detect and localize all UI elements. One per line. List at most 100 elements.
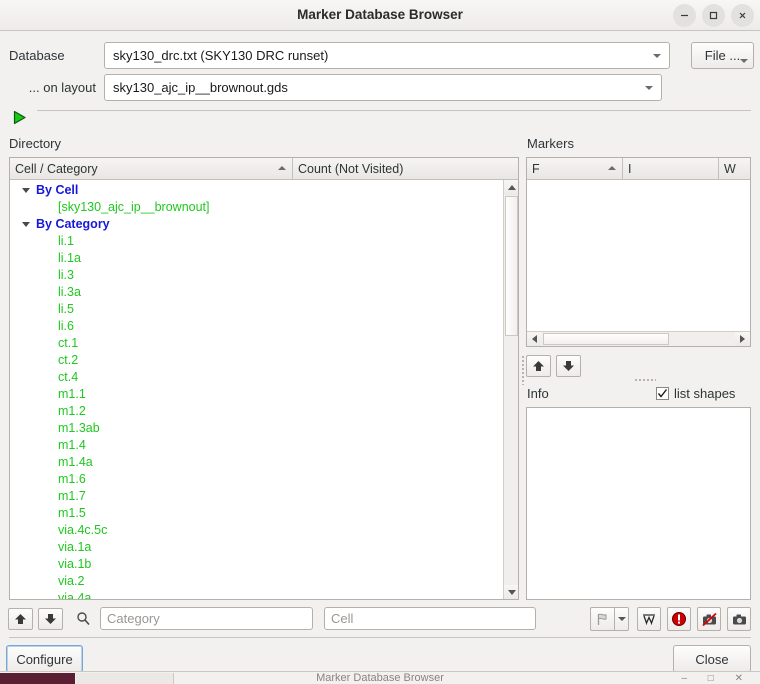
tree-row[interactable]: via.4a <box>10 590 518 599</box>
tree-row[interactable]: m1.7 <box>10 488 518 505</box>
tree-row[interactable]: li.5 <box>10 301 518 318</box>
scrollbar-thumb[interactable] <box>505 196 518 336</box>
markers-horizontal-scrollbar[interactable] <box>527 331 750 346</box>
triangle-down-icon[interactable] <box>22 222 30 227</box>
tree-row[interactable]: li.1a <box>10 250 518 267</box>
tree-row[interactable]: via.1b <box>10 556 518 573</box>
search-next-button[interactable] <box>38 607 63 630</box>
minimize-button[interactable] <box>673 4 696 27</box>
scrollbar-thumb-horizontal[interactable] <box>543 333 669 345</box>
tree-row[interactable]: By Category <box>10 216 518 233</box>
tree-row[interactable]: via.4c.5c <box>10 522 518 539</box>
tree-row[interactable]: m1.1 <box>10 386 518 403</box>
layout-combo[interactable]: sky130_ajc_ip__brownout.gds <box>104 74 662 101</box>
background-window-controls[interactable]: – □ ✕ <box>681 672 752 684</box>
markers-column-w[interactable]: W <box>719 158 750 179</box>
run-button[interactable] <box>9 107 29 127</box>
directory-tree-rows[interactable]: By Cell [sky130_ajc_ip__brownout] By Categ… <box>10 180 518 599</box>
search-previous-button[interactable] <box>8 607 33 630</box>
snapshot-off-button[interactable] <box>697 607 721 631</box>
tree-row[interactable]: m1.4 <box>10 437 518 454</box>
tree-row[interactable]: li.1 <box>10 233 518 250</box>
flag-marker-group <box>590 607 629 631</box>
panel-resize-grip[interactable] <box>634 378 656 382</box>
tree-row[interactable]: m1.3ab <box>10 420 518 437</box>
info-content-panel[interactable] <box>526 407 751 600</box>
search-icon <box>76 611 91 626</box>
scroll-up-button[interactable] <box>504 180 518 195</box>
tree-row[interactable]: li.6 <box>10 318 518 335</box>
ruler-button[interactable] <box>637 607 661 631</box>
background-window[interactable]: Marker Database Browser – □ ✕ <box>0 671 760 684</box>
tree-row-label: li.3a <box>58 285 81 299</box>
category-search-placeholder: Category <box>107 611 160 626</box>
flag-marker-dropdown[interactable] <box>614 607 629 631</box>
sort-ascending-icon <box>278 166 286 170</box>
database-label: Database <box>9 48 65 63</box>
directory-column-cell-category[interactable]: Cell / Category <box>10 158 293 179</box>
flag-marker-button[interactable] <box>590 607 614 631</box>
markers-column-i-label: I <box>628 161 632 176</box>
ruler-w-icon <box>643 614 655 625</box>
snapshot-button[interactable] <box>727 607 751 631</box>
tree-row[interactable]: li.3 <box>10 267 518 284</box>
tree-row[interactable]: li.3a <box>10 284 518 301</box>
list-shapes-checkbox-wrap[interactable]: list shapes <box>656 386 735 401</box>
panel-resize-grip-vertical[interactable] <box>521 355 525 385</box>
database-combo-value: sky130_drc.txt (SKY130 DRC runset) <box>113 48 329 63</box>
triangle-down-icon[interactable] <box>22 188 30 193</box>
cell-search-placeholder: Cell <box>331 611 354 626</box>
next-marker-button[interactable] <box>556 355 581 377</box>
background-window-title: Marker Database Browser <box>316 672 444 684</box>
markers-column-i[interactable]: I <box>623 158 719 179</box>
tree-row[interactable]: By Cell <box>10 182 518 199</box>
arrow-up-icon <box>533 361 544 371</box>
run-separator <box>37 110 751 111</box>
directory-column-count-label: Count (Not Visited) <box>298 161 404 176</box>
tree-row[interactable]: ct.4 <box>10 369 518 386</box>
arrow-up-icon <box>15 613 26 624</box>
camera-crossed-icon <box>701 612 717 626</box>
scroll-right-button[interactable] <box>735 332 750 346</box>
tree-row-label: By Cell <box>36 183 79 197</box>
triangle-left-icon <box>532 335 537 343</box>
tree-row-label: li.6 <box>58 319 74 333</box>
markers-list-body[interactable] <box>527 180 750 331</box>
chevron-down-icon <box>645 85 653 90</box>
tree-row-label: By Category <box>36 217 110 231</box>
previous-marker-button[interactable] <box>526 355 551 377</box>
tree-row[interactable]: via.2 <box>10 573 518 590</box>
configure-button[interactable]: Configure <box>6 645 83 673</box>
scroll-left-button[interactable] <box>527 332 542 346</box>
markers-section-label: Markers <box>527 136 574 151</box>
file-button-label: File ... <box>704 48 741 63</box>
category-search-input[interactable]: Category <box>100 607 313 630</box>
tree-row[interactable]: ct.2 <box>10 352 518 369</box>
tree-row[interactable]: ct.1 <box>10 335 518 352</box>
scroll-down-button[interactable] <box>504 585 518 599</box>
maximize-button[interactable] <box>702 4 725 27</box>
directory-section-label: Directory <box>9 136 62 151</box>
tree-row-label: m1.6 <box>58 472 86 486</box>
close-button[interactable] <box>731 4 754 27</box>
tree-row[interactable]: m1.5 <box>10 505 518 522</box>
markers-column-f[interactable]: F <box>527 158 623 179</box>
tree-row[interactable]: [sky130_ajc_ip__brownout] <box>10 199 518 216</box>
tree-row[interactable]: m1.6 <box>10 471 518 488</box>
directory-vertical-scrollbar[interactable] <box>503 180 518 599</box>
database-combo[interactable]: sky130_drc.txt (SKY130 DRC runset) <box>104 42 670 69</box>
tree-row-label: li.1 <box>58 234 74 248</box>
tree-row[interactable]: m1.4a <box>10 454 518 471</box>
close-dialog-button[interactable]: Close <box>673 645 751 673</box>
error-button[interactable] <box>667 607 691 631</box>
directory-column-count[interactable]: Count (Not Visited) <box>293 158 503 179</box>
error-circle-icon <box>672 612 686 626</box>
cell-search-input[interactable]: Cell <box>324 607 536 630</box>
tree-row[interactable]: via.1a <box>10 539 518 556</box>
list-shapes-checkbox[interactable] <box>656 387 669 400</box>
tree-row-label: via.1b <box>58 557 92 571</box>
list-shapes-label: list shapes <box>674 386 736 401</box>
tree-row[interactable]: m1.2 <box>10 403 518 420</box>
tree-row-label: ct.1 <box>58 336 79 350</box>
file-button[interactable]: File ... <box>691 42 754 69</box>
